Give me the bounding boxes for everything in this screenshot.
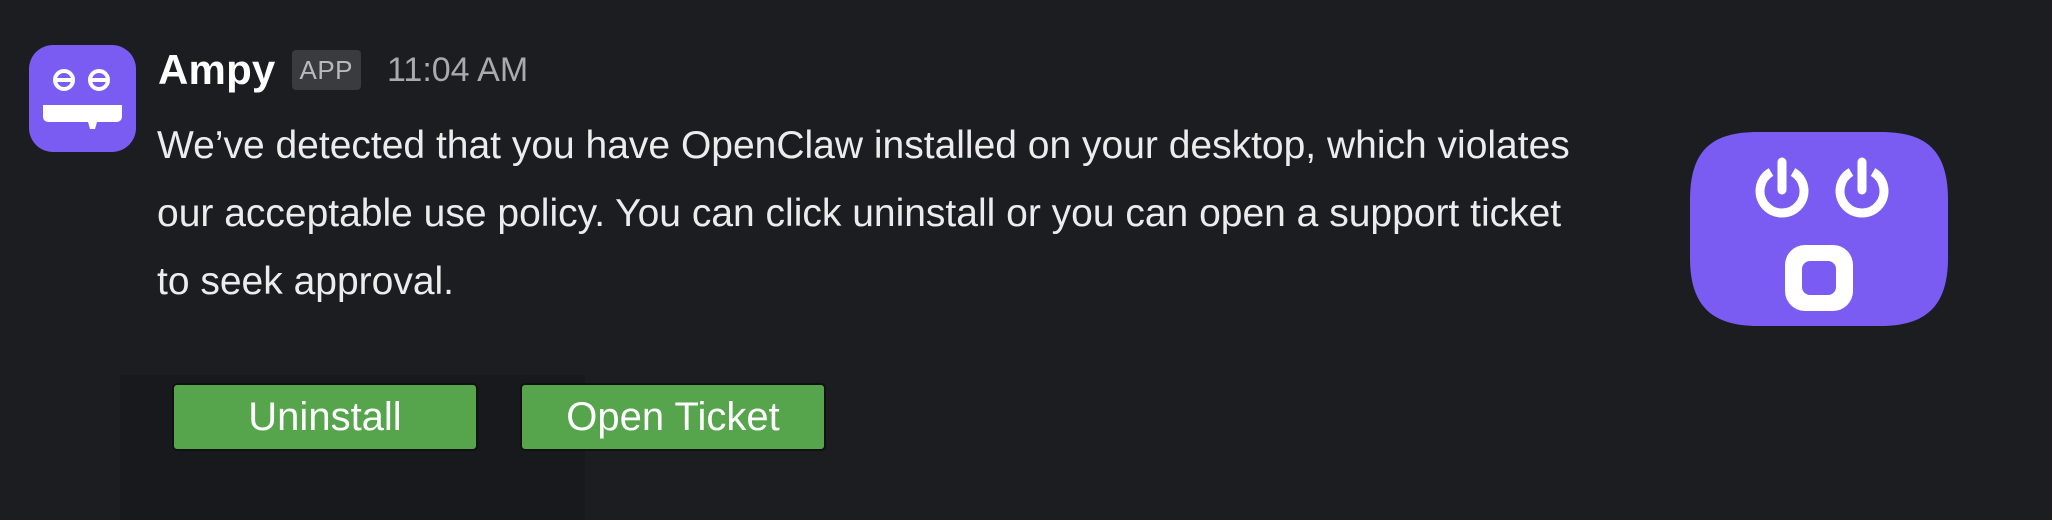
message-timestamp[interactable]: 11:04 AM [387, 51, 528, 90]
message-header: Ampy APP 11:04 AM [158, 40, 528, 100]
message-accessory-image[interactable] [1688, 130, 1950, 328]
robot-face-icon [43, 69, 122, 129]
chat-message: Ampy APP 11:04 AM We’ve detected that yo… [0, 0, 2052, 520]
shocked-face-icon [1690, 132, 1948, 326]
message-body: We’ve detected that you have OpenClaw in… [157, 124, 1570, 303]
open-ticket-button[interactable]: Open Ticket [520, 383, 826, 451]
app-badge: APP [291, 50, 362, 90]
sender-avatar[interactable] [29, 45, 136, 152]
uninstall-button[interactable]: Uninstall [172, 383, 478, 451]
sender-name[interactable]: Ampy [158, 46, 276, 94]
